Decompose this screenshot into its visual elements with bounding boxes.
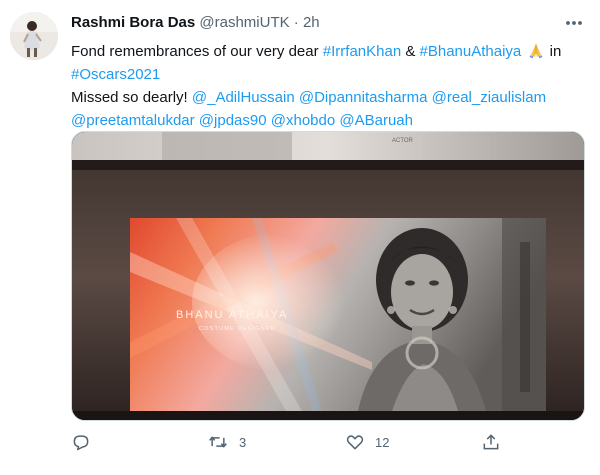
mention-link[interactable]: @Dipannitasharma [299,89,428,106]
reply-button[interactable] [71,428,91,456]
mention-link[interactable]: @_AdilHussain [192,89,295,106]
mention-link[interactable]: @ABaruah [339,112,413,129]
retweet-count: 3 [239,434,247,450]
tweet-actions: 3 12 [71,428,531,456]
tweet-text-segment: Fond remembrances of our very dear [71,43,323,60]
mention-link[interactable]: @real_ziaulislam [432,89,546,106]
tweet-text-line: Missed so dearly! @_AdilHussain @Dipanni… [71,86,581,109]
author-handle[interactable]: @rashmiUTK [199,14,289,31]
author-name[interactable]: Rashmi Bora Das [71,14,195,31]
mention-link[interactable]: @xhobdo [271,112,335,129]
tweet-media[interactable]: ACTOR BHANU ATHAIYA COSTUME DESIGNER [71,131,585,421]
media-top-caption: ACTOR [392,138,414,144]
tweet-text-line: Fond remembrances of our very dear #Irrf… [71,40,581,63]
media-person-name: BHANU ATHAIYA [176,309,288,321]
hashtag-link[interactable]: #IrrfanKhan [323,43,401,60]
hashtag-link[interactable]: #Oscars2021 [71,66,160,83]
share-icon [483,434,499,450]
more-options-button[interactable] [562,14,586,32]
separator-dot: · [293,14,299,31]
mention-link[interactable]: @jpdas90 [199,112,267,129]
avatar[interactable] [10,12,58,60]
media-person-role: COSTUME DESIGNER [199,326,276,332]
tweet-text-line: #Oscars2021 [71,63,581,86]
tweet-text-line: @preetamtalukdar @jpdas90 @xhobdo @ABaru… [71,109,581,132]
tweet-header: Rashmi Bora Das @rashmiUTK · 2h [71,14,320,31]
tweet-card[interactable]: Rashmi Bora Das @rashmiUTK · 2h Fond rem… [0,0,600,475]
reply-icon [73,435,89,451]
mention-link[interactable]: @preetamtalukdar [71,112,195,129]
like-count: 12 [375,434,390,450]
like-button[interactable]: 12 [345,428,389,456]
avatar-photo [10,12,58,60]
hashtag-link[interactable]: #BhanuAthaiya [420,43,522,60]
retweet-button[interactable]: 3 [207,428,246,456]
more-horizontal-icon [566,21,582,25]
like-icon [346,435,364,450]
tweet-text: Fond remembrances of our very dear #Irrf… [71,40,581,132]
retweet-icon [209,436,227,448]
tweet-text-segment: & [401,43,420,60]
folded-hands-emoji [529,44,543,59]
media-image: ACTOR BHANU ATHAIYA COSTUME DESIGNER [72,132,584,420]
share-button[interactable] [481,428,501,456]
tweet-text-segment: in [545,43,562,60]
tweet-time[interactable]: 2h [303,14,320,31]
tweet-text-segment: Missed so dearly! [71,89,192,106]
